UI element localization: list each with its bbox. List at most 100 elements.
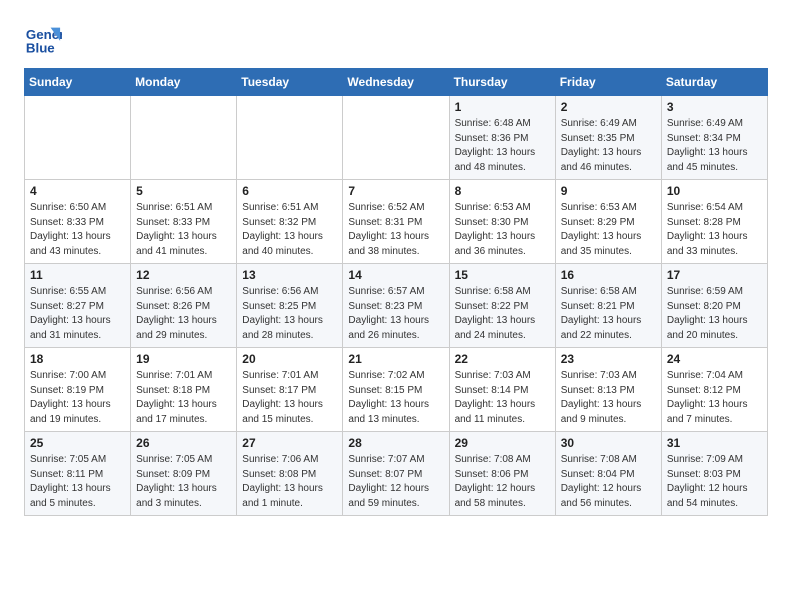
weekday-header-wednesday: Wednesday — [343, 69, 449, 96]
calendar-cell: 21Sunrise: 7:02 AMSunset: 8:15 PMDayligh… — [343, 348, 449, 432]
day-number: 22 — [455, 352, 550, 366]
calendar-cell: 26 Sunrise: 7:05 AMSunset: 8:09 PMDayligh… — [131, 432, 237, 516]
day-info: Sunrise: 7:00 AMSunset: 8:19 PMDaylight:… — [30, 369, 125, 427]
calendar-cell: 1 Sunrise: 6:48 AMSunset: 8:36 PMDaylight… — [449, 96, 555, 180]
day-info: Sunrise: 6:49 AMSunset: 8:34 PMDaylight:… — [667, 117, 762, 175]
day-number: 27 — [242, 436, 337, 450]
calendar-table: SundayMondayTuesdayWednesdayThursdayFrid… — [24, 68, 768, 516]
calendar-cell: 31Sunrise: 7:09 AMSunset: 8:03 PMDayligh… — [661, 432, 767, 516]
day-number: 31 — [667, 436, 762, 450]
day-number: 19 — [136, 352, 231, 366]
weekday-header-tuesday: Tuesday — [237, 69, 343, 96]
day-info: Sunrise: 6:51 AMSunset: 8:32 PMDaylight:… — [242, 201, 337, 259]
day-number: 25 — [30, 436, 125, 450]
day-number: 3 — [667, 100, 762, 114]
calendar-cell: 20 Sunrise: 7:01 AMSunset: 8:17 PMDayligh… — [237, 348, 343, 432]
calendar-cell: 30 Sunrise: 7:08 AMSunset: 8:04 PMDayligh… — [555, 432, 661, 516]
calendar-cell: 13 Sunrise: 6:56 AMSunset: 8:25 PMDayligh… — [237, 264, 343, 348]
day-number: 5 — [136, 184, 231, 198]
day-info: Sunrise: 6:50 AMSunset: 8:33 PMDaylight:… — [30, 201, 125, 259]
calendar-cell: 10 Sunrise: 6:54 AMSunset: 8:28 PMDayligh… — [661, 180, 767, 264]
calendar-cell: 8 Sunrise: 6:53 AMSunset: 8:30 PMDaylight… — [449, 180, 555, 264]
weekday-header-sunday: Sunday — [25, 69, 131, 96]
day-number: 17 — [667, 268, 762, 282]
day-number: 1 — [455, 100, 550, 114]
day-info: Sunrise: 6:56 AMSunset: 8:26 PMDaylight:… — [136, 285, 231, 343]
calendar-cell: 22 Sunrise: 7:03 AMSunset: 8:14 PMDayligh… — [449, 348, 555, 432]
day-number: 6 — [242, 184, 337, 198]
day-number: 23 — [561, 352, 656, 366]
logo-icon: General Blue — [24, 20, 62, 58]
day-info: Sunrise: 6:55 AMSunset: 8:27 PMDaylight:… — [30, 285, 125, 343]
page-header: General Blue — [24, 20, 768, 58]
calendar-cell — [131, 96, 237, 180]
calendar-cell: 28 Sunrise: 7:07 AMSunset: 8:07 PMDayligh… — [343, 432, 449, 516]
weekday-header-monday: Monday — [131, 69, 237, 96]
day-number: 29 — [455, 436, 550, 450]
day-info: Sunrise: 7:03 AMSunset: 8:13 PMDaylight:… — [561, 369, 656, 427]
day-info: Sunrise: 6:59 AMSunset: 8:20 PMDaylight:… — [667, 285, 762, 343]
day-info: Sunrise: 7:08 AMSunset: 8:06 PMDaylight:… — [455, 453, 550, 511]
calendar-cell: 7 Sunrise: 6:52 AMSunset: 8:31 PMDaylight… — [343, 180, 449, 264]
calendar-cell: 19Sunrise: 7:01 AMSunset: 8:18 PMDayligh… — [131, 348, 237, 432]
day-number: 4 — [30, 184, 125, 198]
calendar-cell: 5 Sunrise: 6:51 AMSunset: 8:33 PMDaylight… — [131, 180, 237, 264]
day-number: 2 — [561, 100, 656, 114]
day-number: 20 — [242, 352, 337, 366]
day-number: 9 — [561, 184, 656, 198]
day-number: 11 — [30, 268, 125, 282]
day-info: Sunrise: 6:51 AMSunset: 8:33 PMDaylight:… — [136, 201, 231, 259]
day-number: 24 — [667, 352, 762, 366]
calendar-cell: 17 Sunrise: 6:59 AMSunset: 8:20 PMDayligh… — [661, 264, 767, 348]
calendar-cell: 25 Sunrise: 7:05 AMSunset: 8:11 PMDayligh… — [25, 432, 131, 516]
day-info: Sunrise: 7:04 AMSunset: 8:12 PMDaylight:… — [667, 369, 762, 427]
calendar-cell: 9 Sunrise: 6:53 AMSunset: 8:29 PMDaylight… — [555, 180, 661, 264]
day-number: 14 — [348, 268, 443, 282]
calendar-cell: 29 Sunrise: 7:08 AMSunset: 8:06 PMDayligh… — [449, 432, 555, 516]
calendar-cell — [343, 96, 449, 180]
day-info: Sunrise: 6:53 AMSunset: 8:29 PMDaylight:… — [561, 201, 656, 259]
day-info: Sunrise: 7:08 AMSunset: 8:04 PMDaylight:… — [561, 453, 656, 511]
calendar-cell: 15 Sunrise: 6:58 AMSunset: 8:22 PMDayligh… — [449, 264, 555, 348]
day-info: Sunrise: 7:02 AMSunset: 8:15 PMDaylight:… — [348, 369, 443, 427]
day-number: 12 — [136, 268, 231, 282]
day-info: Sunrise: 7:07 AMSunset: 8:07 PMDaylight:… — [348, 453, 443, 511]
weekday-header-thursday: Thursday — [449, 69, 555, 96]
day-info: Sunrise: 7:03 AMSunset: 8:14 PMDaylight:… — [455, 369, 550, 427]
day-info: Sunrise: 7:06 AMSunset: 8:08 PMDaylight:… — [242, 453, 337, 511]
calendar-cell: 12 Sunrise: 6:56 AMSunset: 8:26 PMDayligh… — [131, 264, 237, 348]
day-number: 30 — [561, 436, 656, 450]
calendar-cell: 16Sunrise: 6:58 AMSunset: 8:21 PMDayligh… — [555, 264, 661, 348]
day-info: Sunrise: 7:05 AMSunset: 8:11 PMDaylight:… — [30, 453, 125, 511]
day-info: Sunrise: 6:48 AMSunset: 8:36 PMDaylight:… — [455, 117, 550, 175]
day-number: 8 — [455, 184, 550, 198]
day-info: Sunrise: 7:05 AMSunset: 8:09 PMDaylight:… — [136, 453, 231, 511]
calendar-cell: 24 Sunrise: 7:04 AMSunset: 8:12 PMDayligh… — [661, 348, 767, 432]
svg-text:Blue: Blue — [26, 40, 55, 55]
calendar-cell: 11 Sunrise: 6:55 AMSunset: 8:27 PMDayligh… — [25, 264, 131, 348]
day-number: 15 — [455, 268, 550, 282]
calendar-cell — [237, 96, 343, 180]
day-number: 7 — [348, 184, 443, 198]
day-info: Sunrise: 7:01 AMSunset: 8:17 PMDaylight:… — [242, 369, 337, 427]
day-number: 18 — [30, 352, 125, 366]
day-number: 16 — [561, 268, 656, 282]
day-info: Sunrise: 6:56 AMSunset: 8:25 PMDaylight:… — [242, 285, 337, 343]
day-info: Sunrise: 6:52 AMSunset: 8:31 PMDaylight:… — [348, 201, 443, 259]
weekday-header-saturday: Saturday — [661, 69, 767, 96]
calendar-cell: 2 Sunrise: 6:49 AMSunset: 8:35 PMDaylight… — [555, 96, 661, 180]
day-info: Sunrise: 6:54 AMSunset: 8:28 PMDaylight:… — [667, 201, 762, 259]
day-number: 28 — [348, 436, 443, 450]
day-info: Sunrise: 6:49 AMSunset: 8:35 PMDaylight:… — [561, 117, 656, 175]
calendar-cell: 3 Sunrise: 6:49 AMSunset: 8:34 PMDaylight… — [661, 96, 767, 180]
calendar-cell: 4 Sunrise: 6:50 AMSunset: 8:33 PMDaylight… — [25, 180, 131, 264]
day-number: 26 — [136, 436, 231, 450]
calendar-cell: 27 Sunrise: 7:06 AMSunset: 8:08 PMDayligh… — [237, 432, 343, 516]
calendar-cell: 6 Sunrise: 6:51 AMSunset: 8:32 PMDaylight… — [237, 180, 343, 264]
logo: General Blue — [24, 20, 66, 58]
day-number: 10 — [667, 184, 762, 198]
weekday-header-friday: Friday — [555, 69, 661, 96]
day-info: Sunrise: 6:53 AMSunset: 8:30 PMDaylight:… — [455, 201, 550, 259]
day-info: Sunrise: 6:58 AMSunset: 8:22 PMDaylight:… — [455, 285, 550, 343]
day-number: 13 — [242, 268, 337, 282]
